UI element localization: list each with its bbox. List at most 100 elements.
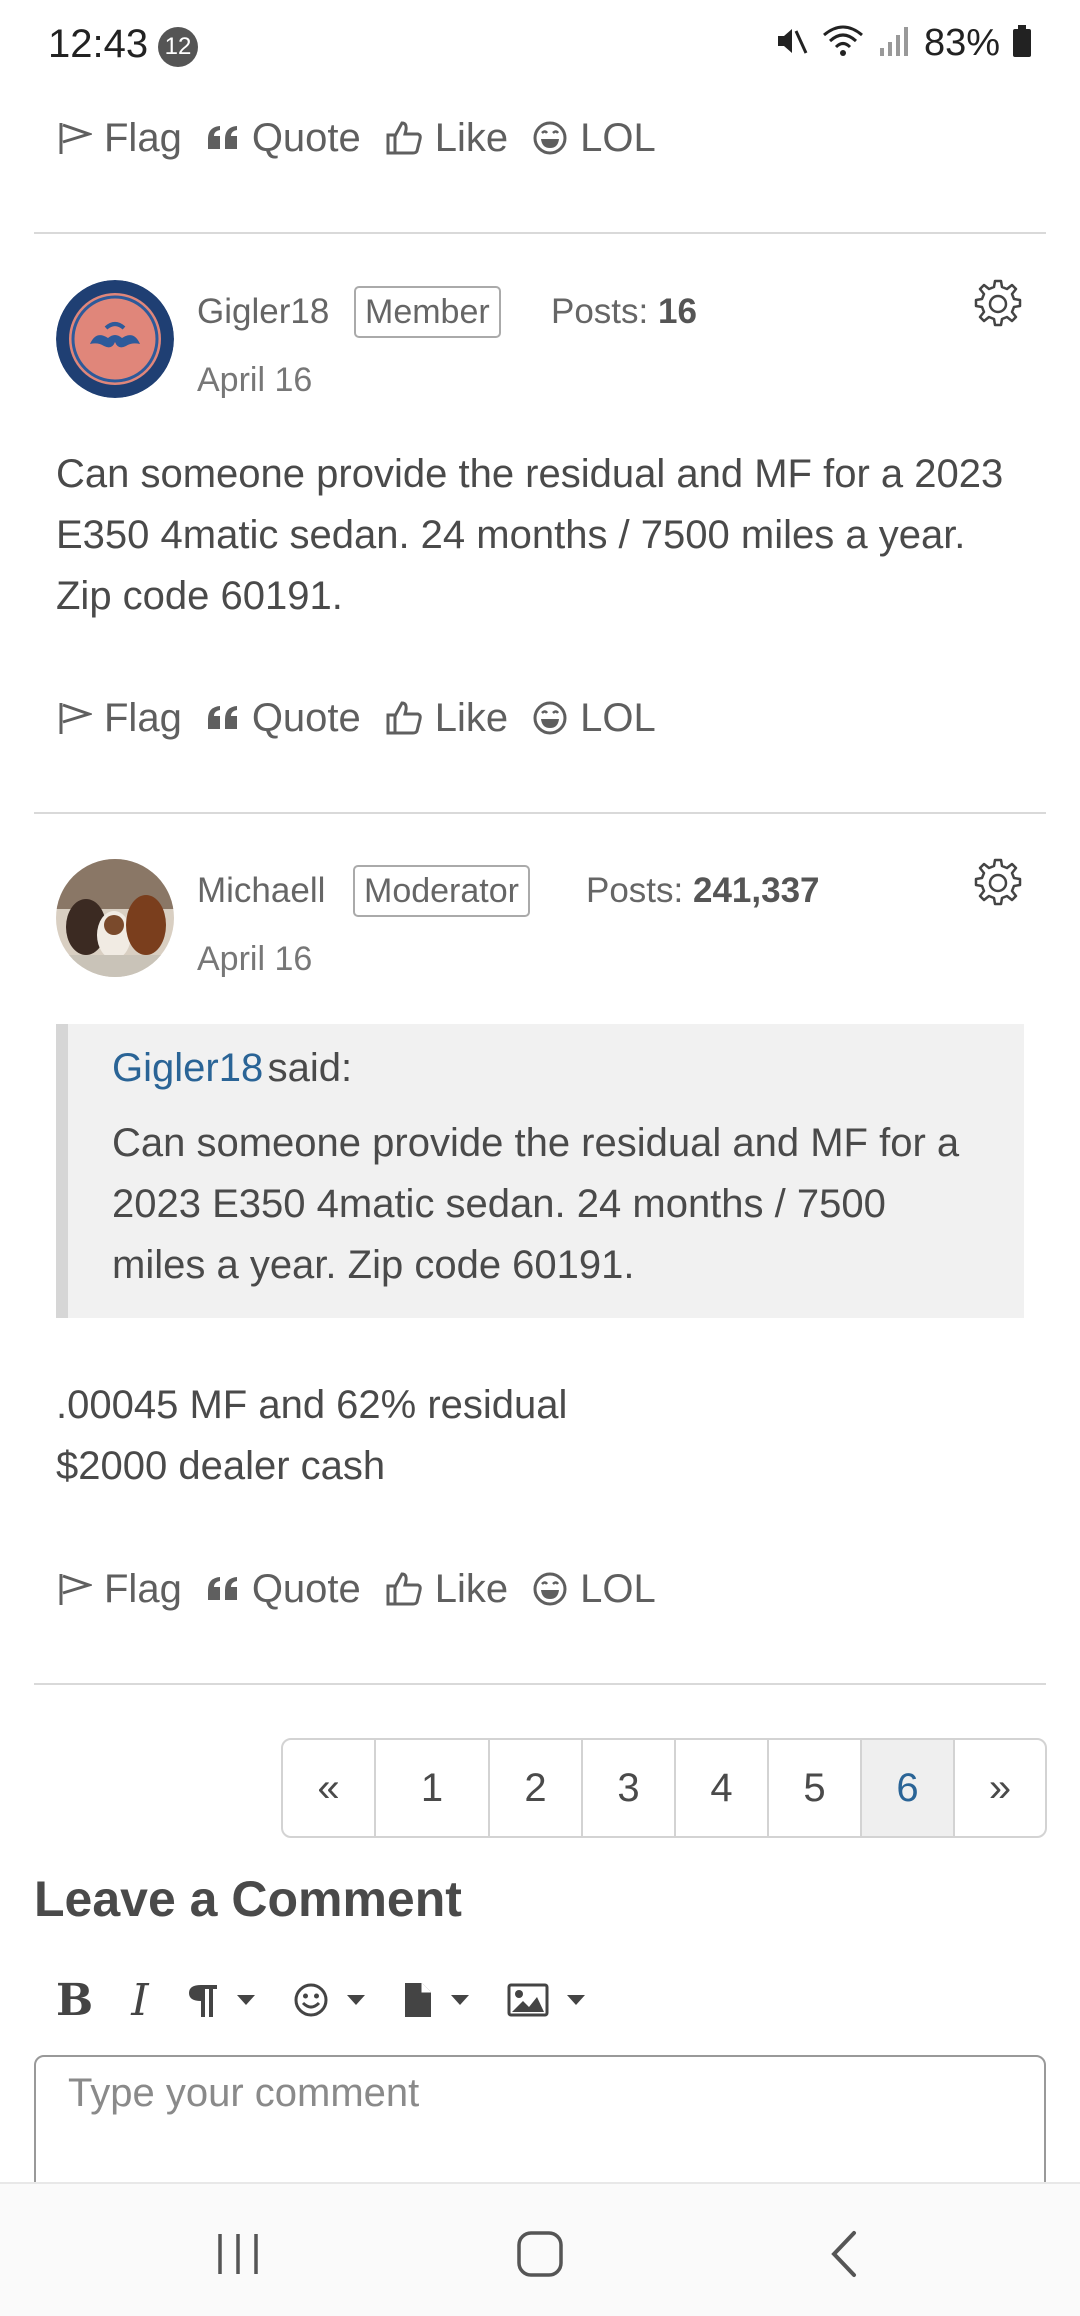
status-icons: 83% xyxy=(772,22,1032,65)
bold-button[interactable]: B xyxy=(56,1975,93,2026)
role-badge: Member xyxy=(354,286,501,338)
page-button-6-current[interactable]: 6 xyxy=(862,1740,955,1836)
post-count-label: Posts: xyxy=(586,871,684,910)
quote-icon xyxy=(207,1577,237,1600)
chevron-down-icon xyxy=(450,1995,469,2005)
laugh-icon xyxy=(533,121,567,155)
recent-apps-icon xyxy=(218,2234,258,2274)
post-count: Posts: 241,337 xyxy=(586,871,820,911)
laugh-icon xyxy=(533,701,567,735)
flag-button[interactable]: Flag xyxy=(56,116,182,161)
signal-icon xyxy=(878,24,912,63)
back-chevron-icon xyxy=(831,2231,856,2277)
lol-button[interactable]: LOL xyxy=(532,696,656,741)
post-date[interactable]: April 16 xyxy=(197,361,312,400)
post-actions: Flag Quote Like LOL xyxy=(56,688,680,748)
paragraph-icon xyxy=(188,1985,217,2017)
post-divider xyxy=(34,232,1046,234)
like-button[interactable]: Like xyxy=(385,1567,508,1612)
gear-icon xyxy=(974,858,1022,906)
mute-icon xyxy=(772,23,808,64)
quote-icon xyxy=(207,706,237,729)
file-icon xyxy=(404,1983,431,2017)
chevron-down-icon xyxy=(566,1995,585,2005)
flag-label: Flag xyxy=(104,115,182,160)
like-button[interactable]: Like xyxy=(385,696,508,741)
battery-percent: 83% xyxy=(923,22,1000,64)
file-button[interactable] xyxy=(403,1981,469,2019)
blockquote: Gigler18 said: Can someone provide the r… xyxy=(56,1024,1024,1318)
status-bar: 12:43 12 83% xyxy=(0,0,1080,90)
quote-said-label: said: xyxy=(267,1046,353,1090)
lol-label: LOL xyxy=(580,115,656,160)
post-actions: Flag Quote Like LOL xyxy=(56,1559,680,1619)
quote-button[interactable]: Quote xyxy=(206,116,361,161)
system-navigation-bar xyxy=(0,2182,1080,2316)
thumbs-up-icon xyxy=(386,121,422,155)
page-button-3[interactable]: 3 xyxy=(583,1740,676,1836)
post-divider xyxy=(34,1683,1046,1685)
post-body-line: $2000 dealer cash xyxy=(56,1444,386,1488)
avatar[interactable] xyxy=(56,280,174,398)
gear-icon xyxy=(974,279,1022,327)
thumbs-up-icon xyxy=(386,701,422,735)
italic-button[interactable]: I xyxy=(131,1975,148,2026)
status-time: 12:43 xyxy=(48,22,149,66)
post-actions-previous: Flag Quote Like LOL xyxy=(56,108,680,168)
post-username[interactable]: Michaell xyxy=(197,871,325,911)
like-button[interactable]: Like xyxy=(385,116,508,161)
home-button[interactable] xyxy=(485,2204,595,2304)
smile-icon xyxy=(294,1983,328,2017)
image-button[interactable] xyxy=(507,1983,585,2017)
chevron-down-icon xyxy=(236,1995,255,2005)
laugh-icon xyxy=(533,1572,567,1606)
lol-label: LOL xyxy=(580,1566,656,1611)
emoji-button[interactable] xyxy=(293,1982,365,2018)
italic-icon: I xyxy=(131,1974,149,2026)
pagination: « 1 2 3 4 5 6 » xyxy=(281,1738,1047,1838)
post-count-value: 241,337 xyxy=(693,871,820,910)
recent-apps-button[interactable] xyxy=(183,2204,293,2304)
paragraph-format-button[interactable] xyxy=(187,1981,255,2019)
page-button-2[interactable]: 2 xyxy=(490,1740,583,1836)
quote-label: Quote xyxy=(251,1566,361,1611)
lol-button[interactable]: LOL xyxy=(532,116,656,161)
lol-button[interactable]: LOL xyxy=(532,1567,656,1612)
notification-count-badge: 12 xyxy=(158,27,198,67)
chevron-down-icon xyxy=(346,1995,365,2005)
quote-author-link[interactable]: Gigler18 xyxy=(112,1046,263,1090)
post-count-label: Posts: xyxy=(551,292,649,331)
post-settings-button[interactable] xyxy=(972,857,1024,914)
quote-button[interactable]: Quote xyxy=(206,696,361,741)
back-button[interactable] xyxy=(788,2204,898,2304)
post-divider xyxy=(34,812,1046,814)
post-body: .00045 MF and 62% residual $2000 dealer … xyxy=(56,1375,1026,1497)
wifi-icon xyxy=(820,23,866,64)
quote-button[interactable]: Quote xyxy=(206,1567,361,1612)
post-body: Can someone provide the residual and MF … xyxy=(56,452,1004,618)
comment-heading: Leave a Comment xyxy=(34,1871,462,1927)
quote-text: Can someone provide the residual and MF … xyxy=(112,1121,960,1287)
post-settings-button[interactable] xyxy=(972,278,1024,335)
flag-button[interactable]: Flag xyxy=(56,1567,182,1612)
page-prev-button[interactable]: « xyxy=(283,1740,376,1836)
page-next-button[interactable]: » xyxy=(955,1740,1045,1836)
role-badge: Moderator xyxy=(353,865,530,917)
avatar[interactable] xyxy=(56,859,174,977)
flag-button[interactable]: Flag xyxy=(56,696,182,741)
home-icon xyxy=(517,2231,563,2277)
page-button-5[interactable]: 5 xyxy=(769,1740,862,1836)
lol-label: LOL xyxy=(580,695,656,740)
flag-label: Flag xyxy=(104,1566,182,1611)
post-count-value: 16 xyxy=(658,292,697,331)
like-label: Like xyxy=(434,115,509,160)
page-button-1[interactable]: 1 xyxy=(376,1740,490,1836)
bold-icon: B xyxy=(56,1974,94,2026)
like-label: Like xyxy=(434,695,509,740)
page-button-4[interactable]: 4 xyxy=(676,1740,769,1836)
quote-label: Quote xyxy=(251,695,361,740)
thumbs-up-icon xyxy=(386,1572,422,1606)
post-username[interactable]: Gigler18 xyxy=(197,292,329,332)
post-date[interactable]: April 16 xyxy=(197,940,312,979)
flag-icon xyxy=(59,703,92,734)
